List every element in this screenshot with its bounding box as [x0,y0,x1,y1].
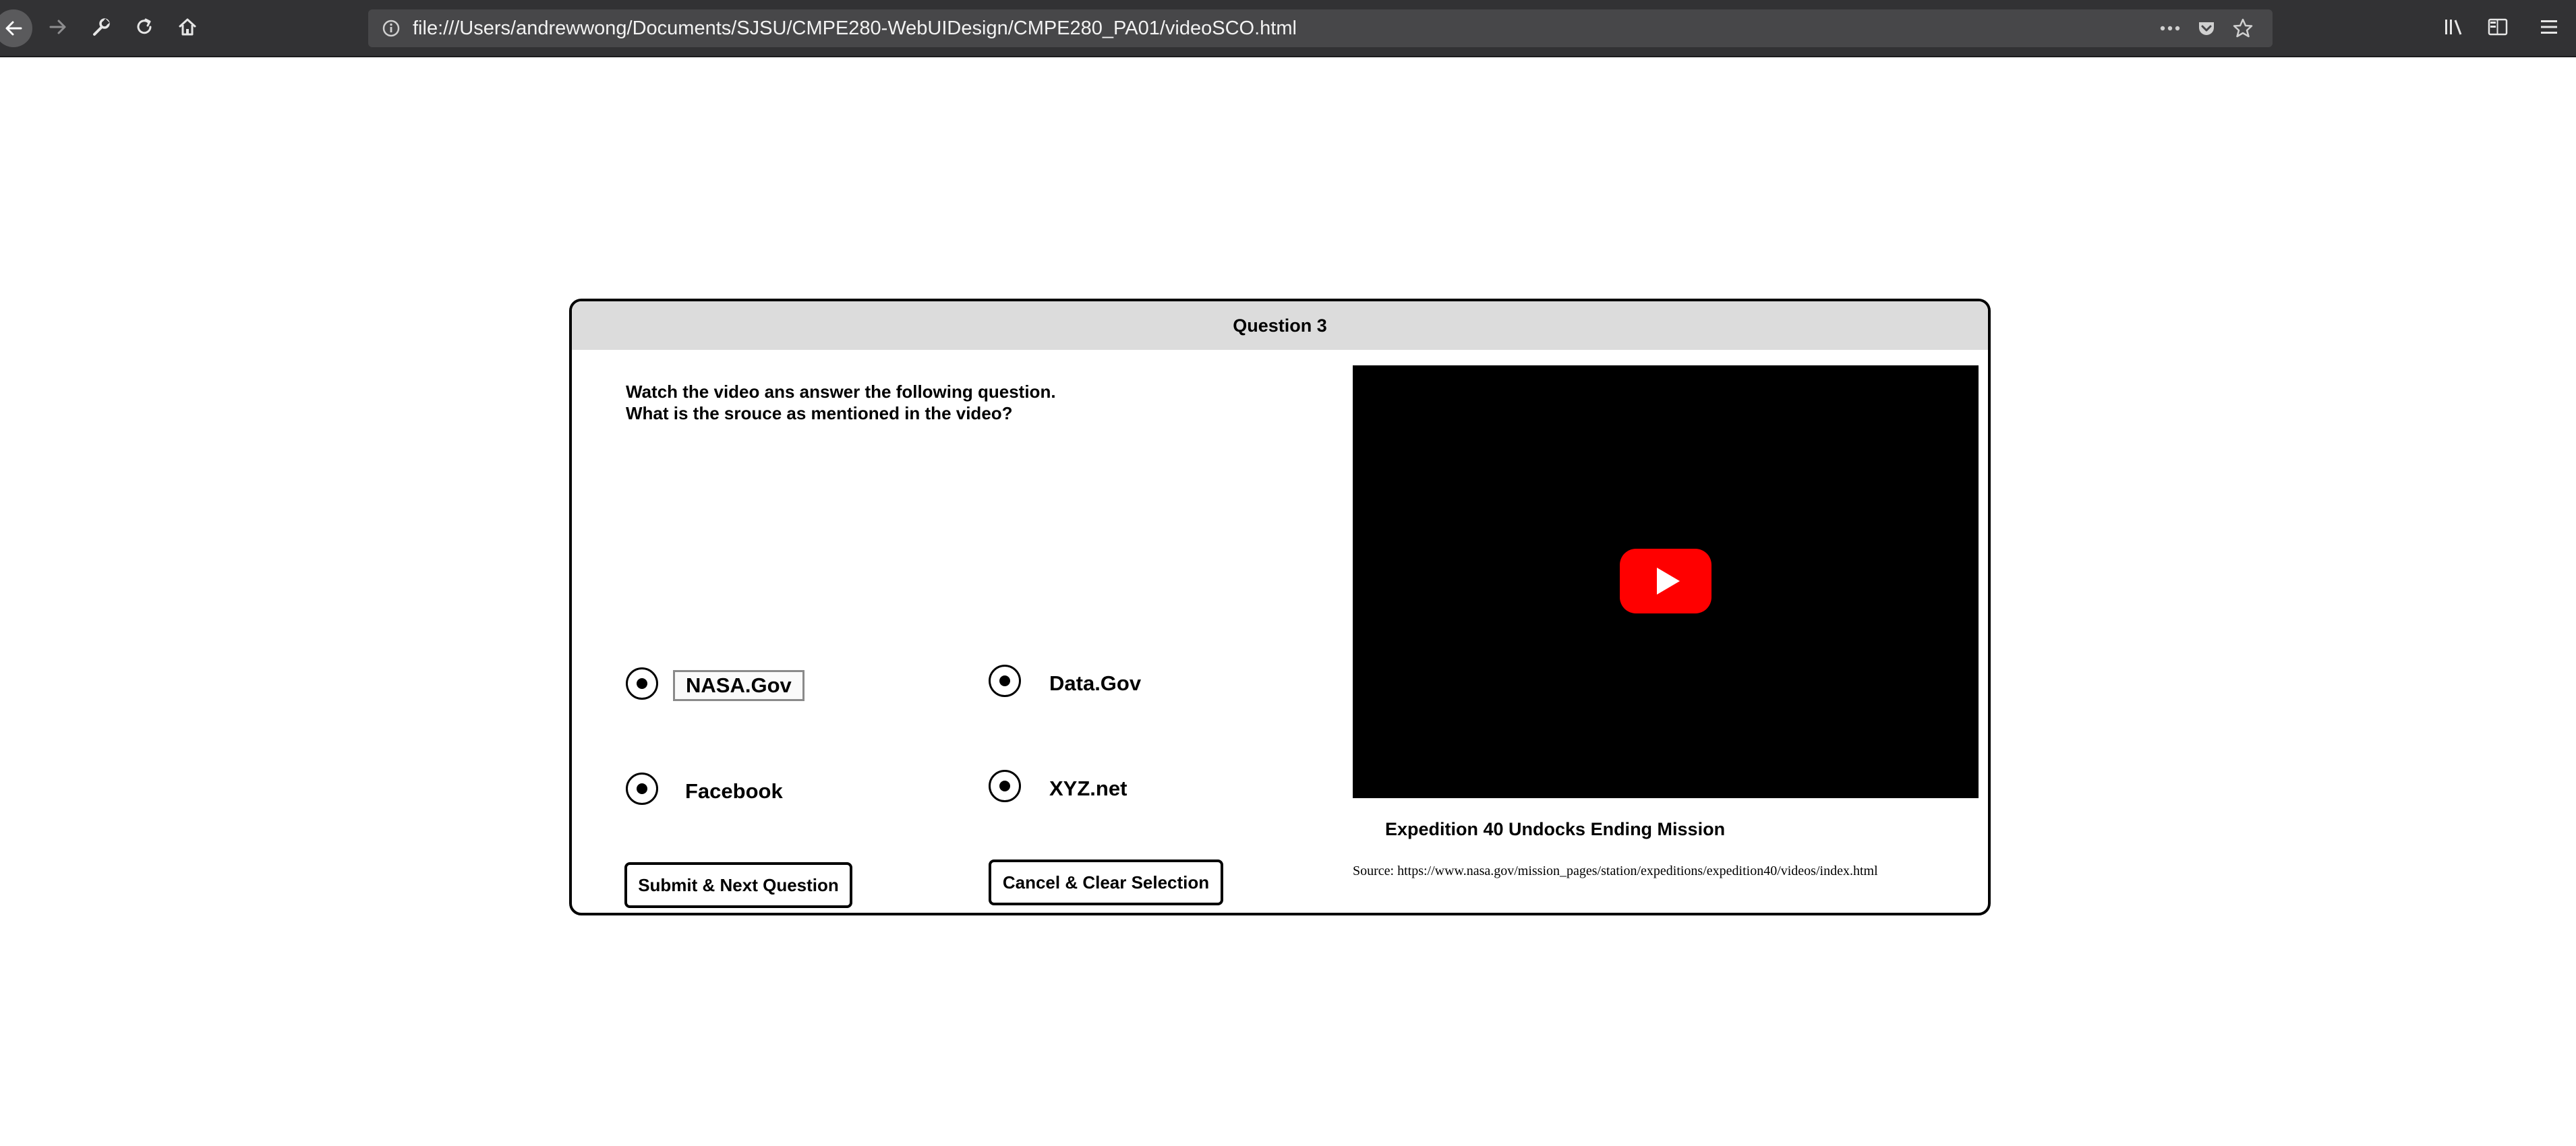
video-title: Expedition 40 Undocks Ending Mission [1385,819,1726,839]
play-triangle [1657,568,1680,595]
radio-button[interactable] [626,667,658,700]
question-header: Question 3 [572,301,1988,350]
option-label[interactable]: NASA.Gov [673,670,804,701]
hamburger-menu-icon[interactable] [2533,11,2565,43]
option-nasa-gov[interactable]: NASA.Gov [626,666,804,701]
back-arrow-icon[interactable] [0,9,32,47]
address-bar[interactable]: file:///Users/andrewwong/Documents/SJSU/… [368,9,2273,47]
question-instructions: Watch the video ans answer the following… [626,381,1056,424]
sidebar-icon[interactable] [2482,11,2514,43]
video-player[interactable] [1353,365,1979,798]
question-panel: Question 3 Watch the video ans answer th… [569,299,1991,915]
reload-icon[interactable] [128,11,160,43]
instruction-line-2: What is the srouce as mentioned in the v… [626,403,1013,423]
cancel-clear-button[interactable]: Cancel & Clear Selection [989,860,1223,905]
option-data-gov[interactable]: Data.Gov [989,665,1141,697]
option-label[interactable]: Data.Gov [1049,671,1141,696]
video-source: Source: https://www.nasa.gov/mission_pag… [1353,864,1878,878]
star-icon[interactable] [2232,18,2254,39]
home-icon[interactable] [171,11,204,43]
option-label[interactable]: XYZ.net [1049,777,1127,801]
info-icon[interactable] [382,19,401,38]
radio-dot [999,675,1010,686]
pocket-icon[interactable] [2196,18,2217,39]
radio-button[interactable] [626,773,658,805]
option-label[interactable]: Facebook [685,779,783,804]
forward-arrow-icon[interactable] [42,11,74,43]
wrench-icon[interactable] [85,11,117,43]
radio-button[interactable] [989,770,1021,802]
radio-dot [637,783,647,794]
radio-dot [637,678,647,689]
url-text[interactable]: file:///Users/andrewwong/Documents/SJSU/… [413,9,1297,47]
more-actions-icon[interactable] [2159,18,2181,39]
radio-button[interactable] [989,665,1021,697]
option-facebook[interactable]: Facebook [626,773,783,805]
browser-toolbar: file:///Users/andrewwong/Documents/SJSU/… [0,0,2576,57]
submit-next-button[interactable]: Submit & Next Question [624,862,852,908]
radio-dot [999,781,1010,791]
instruction-line-1: Watch the video ans answer the following… [626,382,1056,402]
library-icon[interactable] [2438,11,2471,43]
option-xyz-net[interactable]: XYZ.net [989,770,1127,802]
youtube-play-icon[interactable] [1620,549,1711,613]
